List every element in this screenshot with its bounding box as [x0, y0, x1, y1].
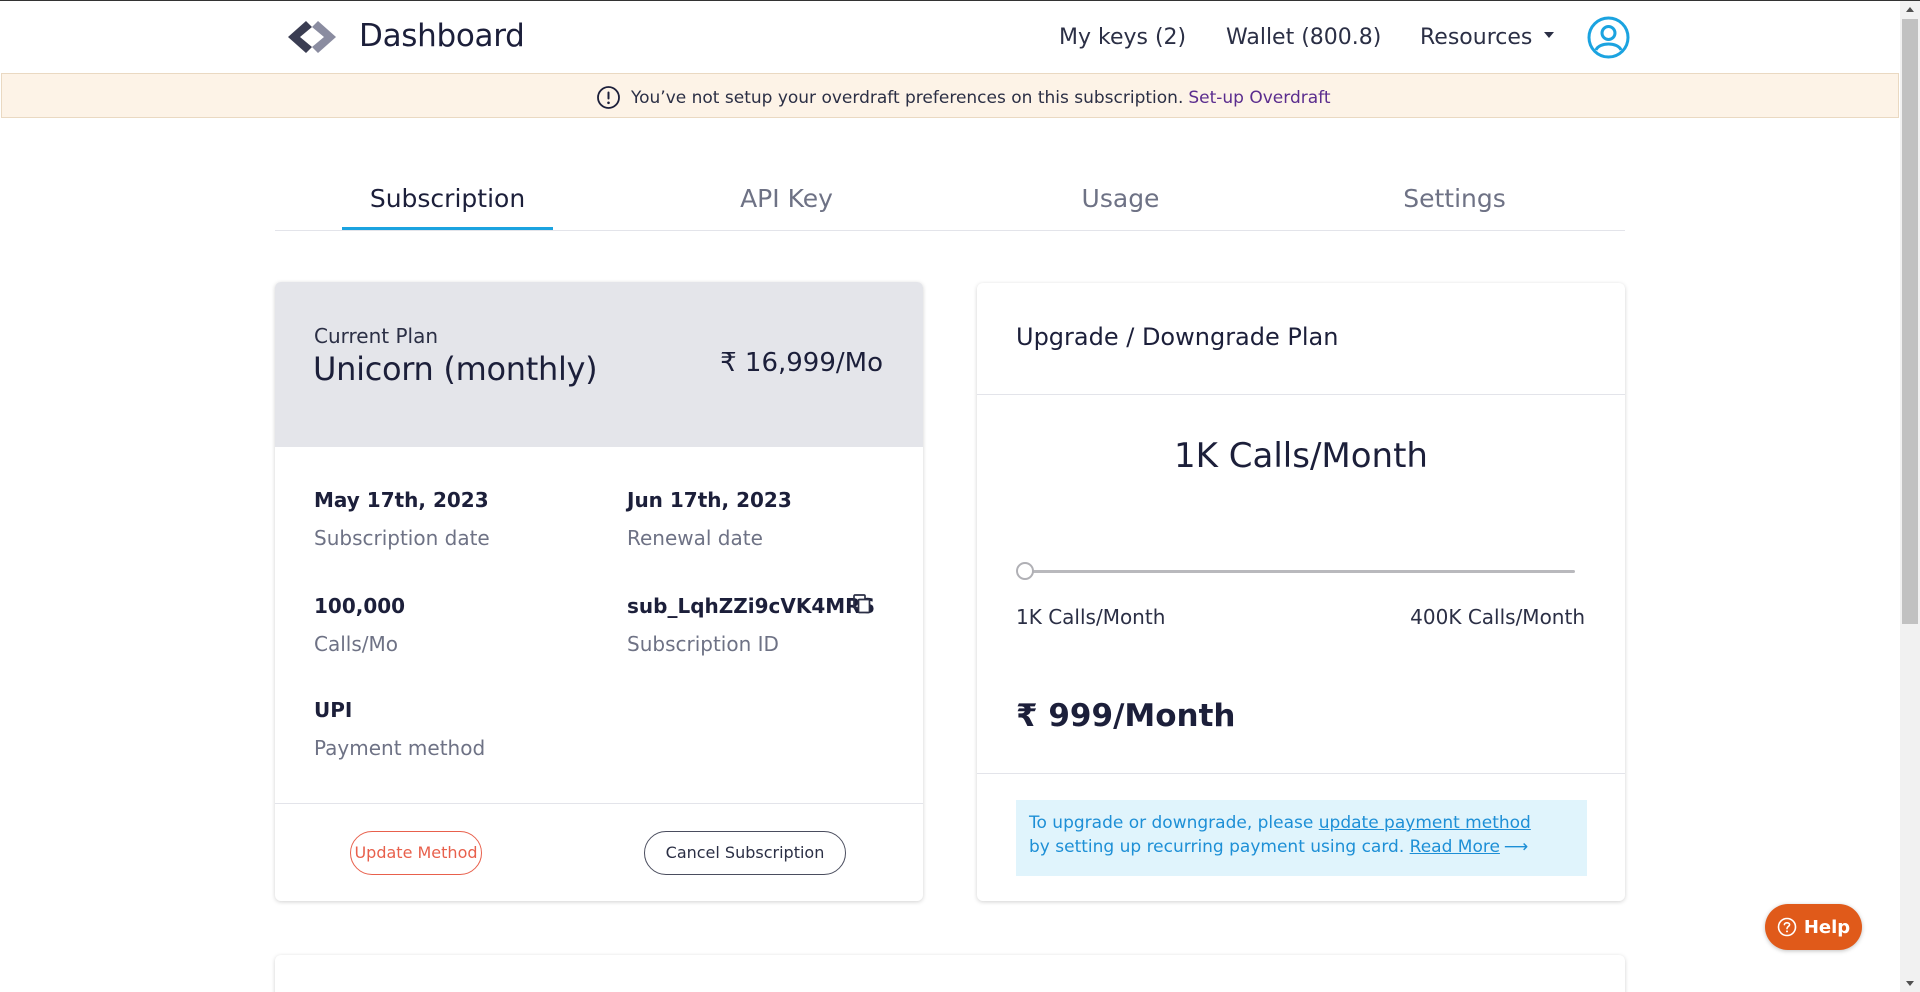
selected-calls: 1K Calls/Month — [1174, 436, 1428, 476]
read-more-link[interactable]: Read More — [1410, 837, 1500, 857]
top-nav: Dashboard My keys (2) Wallet (800.8) Res… — [0, 1, 1900, 73]
logo-icon[interactable] — [286, 19, 338, 55]
card-divider — [977, 773, 1625, 774]
slider-min-label: 1K Calls/Month — [1016, 605, 1166, 629]
renewal-date-label: Renewal date — [627, 526, 763, 550]
subscription-id-value: sub_LqhZZi9cVK4MRS — [627, 594, 875, 618]
subscription-date-label: Subscription date — [314, 526, 490, 550]
calls-label: Calls/Mo — [314, 632, 398, 656]
help-button[interactable]: Help — [1765, 904, 1862, 950]
overdraft-warning-banner: You’ve not setup your overdraft preferen… — [1, 73, 1899, 118]
exclamation-circle-icon — [597, 86, 620, 109]
brand-title: Dashboard — [359, 18, 525, 54]
current-plan-label: Current Plan — [314, 324, 439, 348]
monthly-price: ₹ 999/Month — [1016, 698, 1236, 734]
scrollbar-thumb[interactable] — [1902, 19, 1918, 624]
update-payment-method-link[interactable]: update payment method — [1319, 813, 1531, 833]
upgrade-plan-card: Upgrade / Downgrade Plan 1K Calls/Month … — [977, 283, 1625, 901]
copy-icon[interactable] — [853, 594, 871, 614]
plan-name: Unicorn (monthly) — [313, 350, 598, 388]
payment-info-box: To upgrade or downgrade, please update p… — [1016, 800, 1587, 876]
arrow-right-icon: ⟶ — [1503, 837, 1529, 857]
subscription-date-value: May 17th, 2023 — [314, 488, 489, 512]
upgrade-title: Upgrade / Downgrade Plan — [1016, 323, 1339, 351]
caret-down-icon — [1544, 32, 1555, 38]
card-divider — [275, 803, 923, 804]
renewal-date-value: Jun 17th, 2023 — [627, 488, 792, 512]
banner-text: You’ve not setup your overdraft preferen… — [631, 87, 1184, 108]
question-circle-icon — [1777, 917, 1797, 937]
tab-api-key[interactable]: API Key — [681, 184, 892, 213]
nav-my-keys[interactable]: My keys (2) — [1059, 25, 1186, 50]
calls-slider-thumb[interactable] — [1016, 562, 1034, 580]
info-text-1: To upgrade or downgrade, please — [1029, 813, 1314, 833]
cancel-subscription-button[interactable]: Cancel Subscription — [644, 831, 846, 875]
tab-settings[interactable]: Settings — [1349, 184, 1560, 213]
calls-value: 100,000 — [314, 594, 406, 618]
tab-usage[interactable]: Usage — [1015, 184, 1226, 213]
nav-wallet[interactable]: Wallet (800.8) — [1226, 25, 1381, 50]
help-label: Help — [1803, 916, 1851, 938]
update-method-button[interactable]: Update Method — [350, 831, 482, 875]
plan-header: Current Plan Unicorn (monthly) ₹ 16,999/… — [275, 282, 923, 447]
setup-overdraft-link[interactable]: Set-up Overdraft — [1188, 88, 1330, 108]
page-scrollbar[interactable] — [1900, 1, 1920, 992]
subscription-id-label: Subscription ID — [627, 632, 779, 656]
next-section-card — [275, 955, 1625, 992]
calls-slider-track[interactable] — [1025, 570, 1575, 573]
active-tab-indicator — [342, 227, 553, 230]
payment-method-value: UPI — [314, 698, 353, 722]
scroll-down-arrow-icon[interactable] — [1900, 974, 1920, 992]
tab-bar: Subscription API Key Usage Settings — [275, 150, 1625, 231]
nav-resources-label: Resources — [1420, 25, 1533, 50]
card-divider — [977, 394, 1625, 395]
current-plan-card: Current Plan Unicorn (monthly) ₹ 16,999/… — [275, 282, 923, 901]
scroll-up-arrow-icon[interactable] — [1900, 1, 1920, 19]
slider-max-label: 400K Calls/Month — [1410, 605, 1585, 629]
info-text-2: by setting up recurring payment using ca… — [1029, 837, 1405, 857]
user-avatar-icon[interactable] — [1587, 16, 1630, 59]
nav-resources-dropdown[interactable]: Resources — [1420, 25, 1555, 50]
tab-subscription[interactable]: Subscription — [342, 184, 553, 213]
plan-price: ₹ 16,999/Mo — [720, 348, 883, 378]
payment-method-label: Payment method — [314, 736, 486, 760]
